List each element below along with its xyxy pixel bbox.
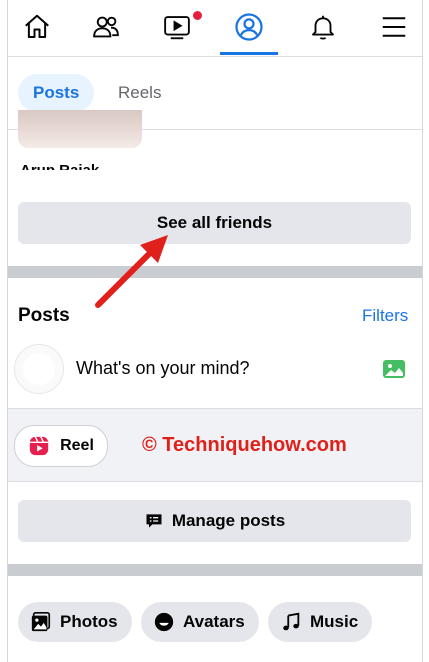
section-divider: [8, 564, 422, 576]
avatars-chip[interactable]: Avatars: [141, 602, 259, 642]
reel-label: Reel: [60, 437, 94, 454]
bell-icon: [312, 15, 334, 40]
nav-notifications[interactable]: [294, 0, 352, 54]
nav-friends[interactable]: [77, 0, 135, 54]
see-all-friends-label: See all friends: [156, 213, 273, 232]
photos-chip[interactable]: Photos: [18, 602, 132, 642]
filters-link[interactable]: Filters: [362, 306, 408, 326]
tab-reels[interactable]: Reels: [103, 74, 176, 112]
friend-name[interactable]: Arup Rajak: [20, 156, 99, 170]
top-nav: [8, 0, 422, 57]
nav-home[interactable]: [8, 0, 66, 54]
music-chip[interactable]: Music: [268, 602, 373, 642]
posts-section-title: Posts: [18, 305, 70, 326]
music-icon: [283, 612, 300, 631]
reel-button[interactable]: Reel: [14, 425, 108, 467]
avatar-icon: [154, 612, 174, 632]
manage-posts-button[interactable]: Manage posts: [18, 500, 411, 542]
friend-photo[interactable]: [18, 110, 142, 148]
watch-icon: [164, 16, 190, 40]
reel-row: Reel © Techniquehow.com: [8, 408, 422, 482]
nav-menu[interactable]: [365, 0, 422, 54]
tab-posts[interactable]: Posts: [18, 74, 95, 112]
section-divider: [8, 266, 422, 278]
photos-label: Photos: [60, 612, 118, 631]
avatars-label: Avatars: [183, 612, 245, 631]
profile-screen: Posts Reels Arup Rajak See all friends P…: [7, 0, 423, 662]
composer-prompt[interactable]: What's on your mind?: [76, 358, 250, 379]
profile-icon: [235, 13, 263, 41]
friends-icon: [93, 16, 119, 38]
watermark-text: © Techniquehow.com: [142, 434, 347, 456]
photos-icon: [31, 612, 51, 632]
see-all-friends-button[interactable]: See all friends: [18, 202, 411, 244]
nav-profile[interactable]: [220, 0, 278, 55]
music-label: Music: [310, 612, 359, 631]
manage-posts-label: Manage posts: [171, 511, 286, 530]
photo-icon[interactable]: [382, 357, 406, 381]
nav-watch[interactable]: [148, 0, 206, 54]
home-icon: [25, 14, 49, 38]
menu-icon: [382, 17, 406, 37]
watch-notification-dot: [192, 10, 203, 21]
reel-icon: [29, 436, 49, 456]
user-avatar[interactable]: [14, 344, 64, 394]
manage-posts-icon: [146, 514, 162, 528]
